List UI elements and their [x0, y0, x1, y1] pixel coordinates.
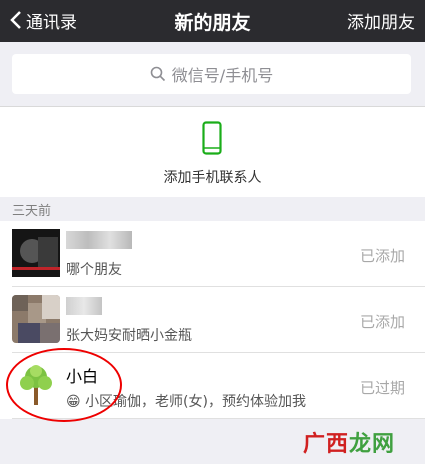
status-badge: 已添加 — [359, 313, 405, 331]
search-area: 微信号/手机号 — [0, 42, 425, 106]
request-message: 张大妈安耐晒小金瓶 — [66, 328, 192, 344]
list-item[interactable]: 小白 😁 小区瑜伽，老师(女)，预约体验加我 已过期 — [0, 353, 425, 419]
contact-name: 小白 — [66, 367, 99, 386]
add-friend-button[interactable]: 添加朋友 — [347, 8, 415, 33]
add-phone-contacts-label: 添加手机联系人 — [163, 170, 262, 186]
request-message: 哪个朋友 — [66, 262, 122, 278]
search-placeholder: 微信号/手机号 — [171, 66, 274, 85]
tree-icon — [12, 361, 60, 409]
blurred-name — [66, 297, 102, 315]
back-button[interactable]: 通讯录 — [10, 8, 77, 33]
search-input[interactable]: 微信号/手机号 — [12, 54, 411, 94]
back-label: 通讯录 — [26, 12, 77, 33]
chevron-left-icon — [10, 11, 21, 29]
navigation-bar: 通讯录 新的朋友 添加朋友 — [0, 0, 425, 42]
section-header-label: 三天前 — [12, 204, 52, 219]
status-badge: 已添加 — [359, 247, 405, 265]
search-icon — [150, 66, 165, 82]
watermark-text-b: 龙网 — [348, 432, 395, 457]
status-badge: 已过期 — [359, 379, 405, 397]
avatar — [12, 229, 60, 277]
grin-emoji-icon: 😁 — [66, 394, 81, 410]
divider — [12, 418, 425, 419]
add-phone-contacts-button[interactable]: 添加手机联系人 — [0, 106, 425, 198]
list-item[interactable]: 张大妈安耐晒小金瓶 已添加 — [0, 287, 425, 353]
request-message-text: 小区瑜伽，老师(女)，预约体验加我 — [85, 394, 306, 410]
avatar — [12, 361, 60, 409]
section-header: 三天前 — [0, 197, 425, 221]
watermark-text-a: 广西 — [302, 432, 349, 457]
avatar — [12, 295, 60, 343]
request-message: 😁 小区瑜伽，老师(女)，预约体验加我 — [66, 391, 306, 411]
blurred-name — [66, 231, 132, 249]
watermark: 广西龙网 — [303, 426, 395, 458]
phone-icon — [202, 121, 222, 155]
list-item[interactable]: 哪个朋友 已添加 — [0, 221, 425, 287]
